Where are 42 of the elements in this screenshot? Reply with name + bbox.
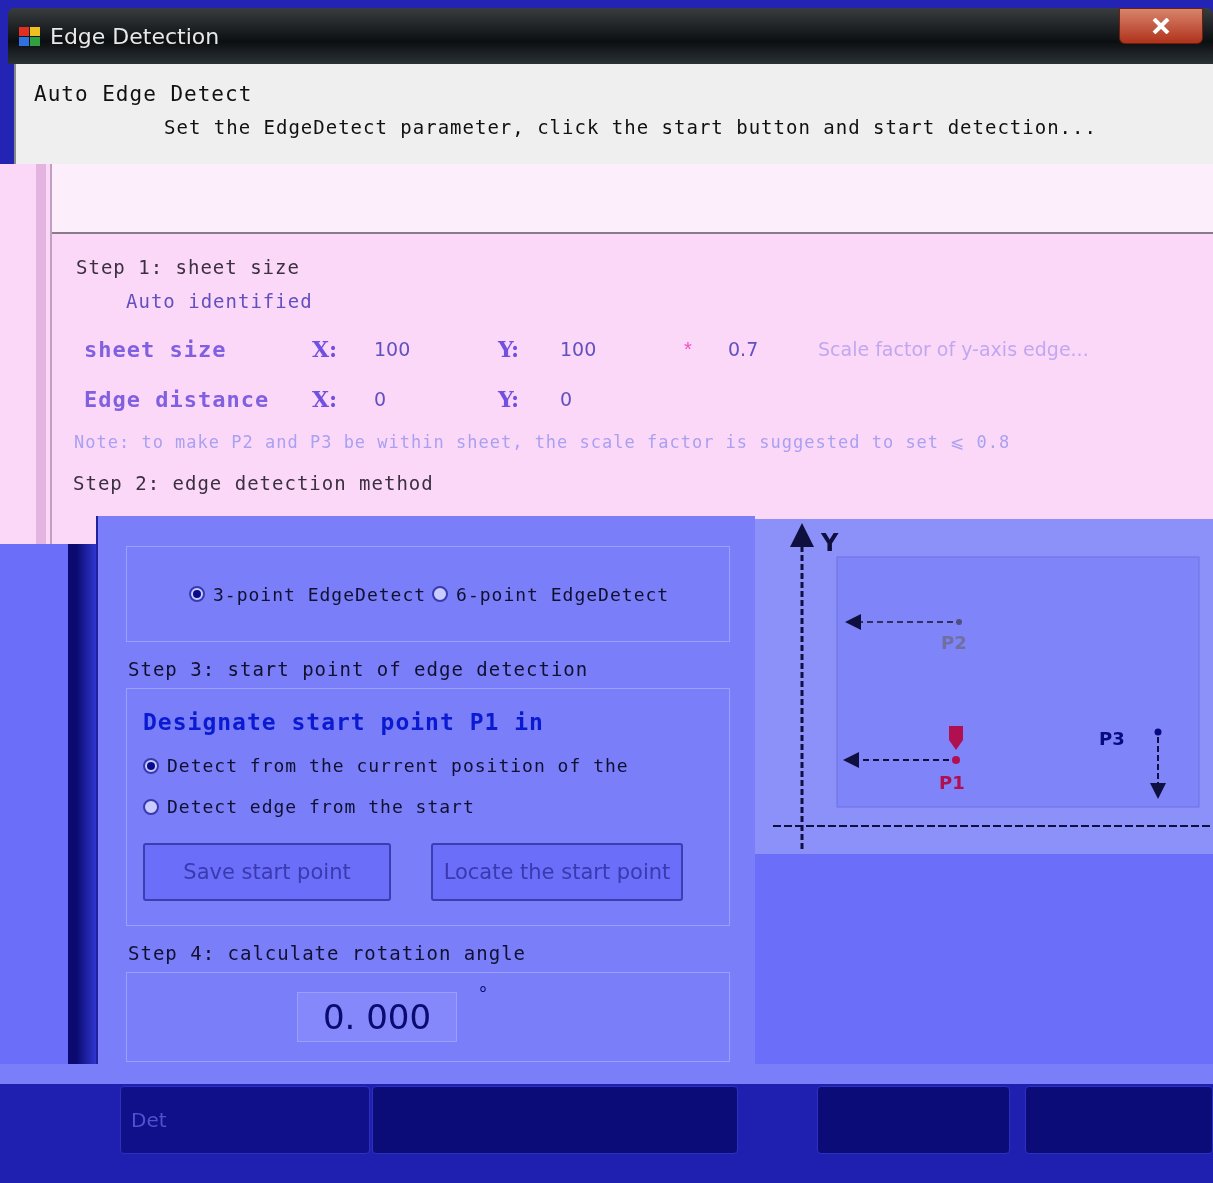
value-field[interactable]: 0 <box>374 388 498 410</box>
note-text: Note: to make P2 and P3 be within sheet, the scale factor is suggested to set ⩽ 0.8 <box>74 432 1012 454</box>
value-field[interactable]: 100 <box>560 338 684 360</box>
value-field[interactable]: 0.7 <box>728 338 818 360</box>
close-icon <box>1152 18 1170 34</box>
field-label: Edge distance <box>84 386 271 412</box>
section-title: Step 1: sheet size <box>76 256 301 278</box>
arrow-drawing <box>1150 728 1166 799</box>
radio-button[interactable] <box>143 798 159 815</box>
window-title: Edge Detection <box>50 23 220 49</box>
angle-field[interactable]: 0. 000 <box>297 992 457 1042</box>
dialog-heading: Auto Edge Detect <box>34 82 254 106</box>
instruction-text: Set the EdgeDetect parameter, click the start button and start detection... <box>164 116 1098 138</box>
radio-label[interactable]: Detect from the current position of the <box>167 755 629 776</box>
axis-label: Y <box>821 529 839 557</box>
axis-label: X: <box>312 386 339 412</box>
radio-button[interactable] <box>143 757 159 774</box>
close-button[interactable] <box>1119 8 1203 44</box>
axis-label: Y: <box>498 386 521 412</box>
radio-button[interactable] <box>189 586 205 602</box>
radio-label[interactable]: 6-point EdgeDetect <box>456 583 670 605</box>
point-label: P1 <box>939 772 965 793</box>
point-label: P2 <box>941 632 967 653</box>
field-label: sheet size <box>84 336 228 362</box>
value-field[interactable]: 0 <box>560 388 684 410</box>
probe-icon <box>949 726 963 750</box>
checkbox-label[interactable]: Auto identified <box>126 290 313 312</box>
radio-button[interactable] <box>432 586 449 602</box>
axis-label: Y: <box>498 336 521 362</box>
section-title: Step 2: edge detection method <box>73 472 435 494</box>
section-title: Step 4: calculate rotation angle <box>128 942 528 964</box>
axis-label: X: <box>312 336 339 362</box>
required-mark: * <box>684 337 693 361</box>
radio-label[interactable]: 3-point EdgeDetect <box>213 583 427 605</box>
hint-text: Scale factor of y-axis edge... <box>818 338 1089 360</box>
instruction-heading: Designate start point P1 in <box>143 709 545 735</box>
section-title: Step 3: start point of edge detection <box>128 658 590 680</box>
app-icon <box>18 24 42 48</box>
radio-label[interactable]: Detect edge from the start <box>167 796 475 817</box>
point-label: P3 <box>1099 728 1125 749</box>
value-field[interactable]: 100 <box>374 338 498 360</box>
unit-label: ° <box>479 983 487 1006</box>
